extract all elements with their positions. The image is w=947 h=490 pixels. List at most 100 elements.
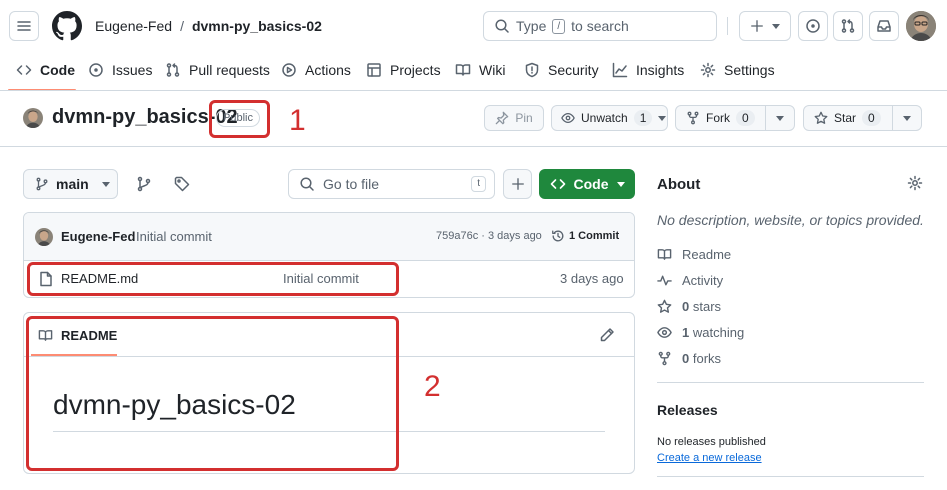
caret-down-icon xyxy=(903,114,911,122)
tab-insights[interactable]: Insights xyxy=(612,57,684,83)
gear-icon xyxy=(700,62,716,78)
header-separator xyxy=(0,90,947,91)
watching-label: watching xyxy=(692,325,745,340)
tab-issues[interactable]: Issues xyxy=(88,57,152,83)
search-placeholder-rest: to search xyxy=(571,18,629,34)
eye-icon xyxy=(657,325,672,340)
about-readme-link[interactable]: Readme xyxy=(657,247,731,262)
branch-select[interactable]: main xyxy=(23,169,118,199)
forks-count: 0 xyxy=(682,351,690,366)
about-activity-link[interactable]: Activity xyxy=(657,273,723,288)
about-stars-link[interactable]: 0 stars xyxy=(657,299,721,314)
star-icon xyxy=(814,111,828,125)
go-to-file-placeholder: Go to file xyxy=(323,176,380,192)
releases-divider xyxy=(657,476,924,477)
search-shortcut-key: / xyxy=(552,18,566,34)
create-new-button[interactable] xyxy=(739,11,791,41)
code-button[interactable]: Code xyxy=(539,169,635,199)
tab-label: Projects xyxy=(390,62,441,78)
branches-icon[interactable] xyxy=(136,176,152,192)
tab-label: Wiki xyxy=(479,62,506,78)
title-separator xyxy=(0,146,947,147)
file-age: 3 days ago xyxy=(560,271,624,286)
code-icon xyxy=(16,62,32,78)
hamburger-icon xyxy=(16,18,32,34)
star-label: Star xyxy=(834,111,857,125)
pulse-icon xyxy=(657,273,672,288)
commit-count: 1 Commit xyxy=(569,230,620,242)
commits-link[interactable]: 1 Commit xyxy=(551,229,619,243)
book-icon xyxy=(657,247,672,262)
github-logo[interactable] xyxy=(52,11,82,41)
annotation-box-file-row xyxy=(27,262,399,296)
book-icon xyxy=(455,62,471,78)
tab-pull-requests[interactable]: Pull requests xyxy=(165,57,270,83)
watch-count: 1 xyxy=(633,110,653,126)
pin-button: Pin xyxy=(484,105,544,131)
about-divider xyxy=(657,382,924,383)
about-link-label: Readme xyxy=(682,247,732,262)
annotation-label-1: 1 xyxy=(289,104,306,137)
play-icon xyxy=(281,62,297,78)
plus-icon xyxy=(750,19,764,33)
fork-label: Fork xyxy=(706,111,730,125)
pin-icon xyxy=(495,111,509,125)
tab-settings[interactable]: Settings xyxy=(700,57,775,83)
gear-icon[interactable] xyxy=(907,175,923,191)
search-icon xyxy=(494,18,510,34)
issues-header-button[interactable] xyxy=(798,11,828,41)
commit-sha-date[interactable]: 759a76c · 3 days ago xyxy=(436,230,542,242)
commit-author[interactable]: Eugene-Fed xyxy=(61,229,135,244)
tab-label: Settings xyxy=(724,62,775,78)
unwatch-button[interactable]: Unwatch 1 xyxy=(551,105,668,131)
tab-projects[interactable]: Projects xyxy=(366,57,441,83)
go-to-file-input[interactable]: Go to file t xyxy=(288,169,495,199)
inbox-icon xyxy=(876,18,892,34)
inbox-button[interactable] xyxy=(869,11,899,41)
user-avatar[interactable] xyxy=(906,11,936,41)
about-forks-link[interactable]: 0 forks xyxy=(657,351,721,366)
commit-message[interactable]: Initial commit xyxy=(136,229,212,244)
unwatch-label: Unwatch xyxy=(581,111,628,125)
stars-label: stars xyxy=(692,299,722,314)
no-releases-text: No releases published xyxy=(657,436,766,448)
header-divider xyxy=(727,17,728,35)
tab-security[interactable]: Security xyxy=(524,57,599,83)
tab-label: Insights xyxy=(636,62,685,78)
pull-request-icon xyxy=(165,62,181,78)
branch-icon xyxy=(35,177,49,191)
fork-dropdown[interactable] xyxy=(765,105,795,131)
tag-icon[interactable] xyxy=(174,176,190,192)
caret-down-icon xyxy=(616,180,625,188)
tab-label: Pull requests xyxy=(189,62,270,78)
commit-author-avatar[interactable] xyxy=(35,228,53,246)
breadcrumb: Eugene-Fed / dvmn-py_basics-02 xyxy=(95,18,322,34)
fork-icon xyxy=(657,351,672,366)
search-placeholder-type: Type xyxy=(516,18,547,34)
tab-actions[interactable]: Actions xyxy=(281,57,351,83)
menu-button[interactable] xyxy=(9,11,39,41)
search-input[interactable]: Type / to search xyxy=(483,11,717,41)
forks-label: forks xyxy=(692,351,722,366)
breadcrumb-repo[interactable]: dvmn-py_basics-02 xyxy=(192,18,322,34)
add-file-button[interactable] xyxy=(503,169,532,199)
breadcrumb-separator: / xyxy=(180,18,184,34)
tab-label: Issues xyxy=(112,62,153,78)
breadcrumb-owner[interactable]: Eugene-Fed xyxy=(95,18,172,34)
about-watching-link[interactable]: 1 watching xyxy=(657,325,744,340)
caret-down-icon xyxy=(776,114,784,122)
star-button[interactable]: Star 0 xyxy=(803,105,893,131)
annotation-box-1 xyxy=(209,100,270,138)
releases-title[interactable]: Releases xyxy=(657,402,718,418)
tab-code[interactable]: Code xyxy=(16,57,75,83)
fork-button[interactable]: Fork 0 xyxy=(675,105,766,131)
pull-requests-header-button[interactable] xyxy=(833,11,863,41)
tab-wiki[interactable]: Wiki xyxy=(455,57,505,83)
eye-icon xyxy=(561,111,575,125)
star-dropdown[interactable] xyxy=(892,105,922,131)
plus-icon xyxy=(511,177,525,191)
owner-avatar[interactable] xyxy=(23,108,43,128)
about-description: No description, website, or topics provi… xyxy=(657,212,924,228)
create-release-link[interactable]: Create a new release xyxy=(657,452,762,464)
pencil-icon[interactable] xyxy=(599,327,615,343)
